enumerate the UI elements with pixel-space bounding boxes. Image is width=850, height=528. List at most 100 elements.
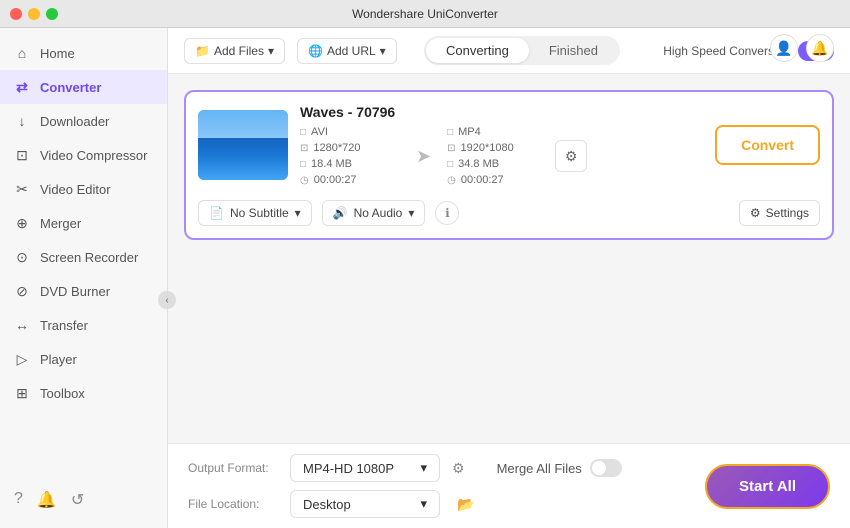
maximize-button[interactable] (46, 8, 58, 20)
thumbnail-waves (198, 138, 288, 180)
content-area: Waves - 70796 □ AVI ⊡ 1280*720 (168, 74, 850, 443)
start-all-button[interactable]: Start All (705, 464, 830, 509)
file-location-select[interactable]: Desktop ▾ (290, 490, 440, 518)
sidebar-item-toolbox[interactable]: ⊞ Toolbox (0, 376, 167, 410)
target-meta: □ MP4 ⊡ 1920*1080 □ 34.8 MB (447, 126, 547, 186)
tab-converting-label: Converting (446, 43, 509, 58)
help-icon[interactable]: ? (14, 490, 23, 510)
source-format-value: AVI (311, 126, 328, 138)
info-button[interactable]: ℹ (435, 201, 459, 225)
target-size-value: 34.8 MB (458, 158, 499, 170)
sidebar-label-home: Home (40, 46, 75, 61)
sidebar-item-player[interactable]: ▷ Player (0, 342, 167, 376)
file-card-top: Waves - 70796 □ AVI ⊡ 1280*720 (198, 104, 820, 186)
main-content: 📁 Add Files ▾ 🌐 Add URL ▾ Converting Fin… (168, 28, 850, 528)
tab-finished-label: Finished (549, 43, 598, 58)
user-profile-button[interactable]: 👤 (770, 34, 798, 62)
sidebar-item-home[interactable]: ⌂ Home (0, 36, 167, 70)
add-files-label: Add Files (214, 44, 264, 58)
sidebar-label-downloader: Downloader (40, 114, 109, 129)
audio-label: No Audio (354, 206, 403, 220)
convert-button[interactable]: Convert (715, 125, 820, 165)
settings-button[interactable]: ⚙ Settings (739, 200, 820, 226)
file-card: Waves - 70796 □ AVI ⊡ 1280*720 (184, 90, 834, 240)
file-name: Waves - 70796 (300, 104, 703, 120)
bottom-bar: Output Format: MP4-HD 1080P ▾ ⚙ Merge Al… (168, 443, 850, 528)
sidebar-label-merger: Merger (40, 216, 81, 231)
file-card-bottom: 📄 No Subtitle ▾ 🔊 No Audio ▾ ℹ ⚙ Setting… (198, 196, 820, 226)
close-button[interactable] (10, 8, 22, 20)
merge-row: Merge All Files (497, 459, 622, 477)
subtitle-icon: 📄 (209, 206, 224, 220)
dvd-burner-icon: ⊘ (14, 283, 30, 299)
format-settings-icon[interactable]: ⚙ (452, 460, 465, 477)
merge-toggle-knob (592, 461, 606, 475)
target-duration-icon: ◷ (447, 175, 456, 186)
topbar-left: 📁 Add Files ▾ 🌐 Add URL ▾ (184, 38, 397, 64)
duration-icon: ◷ (300, 175, 309, 186)
edit-output-button[interactable]: ⚙ (555, 140, 587, 172)
sidebar-item-transfer[interactable]: ↔ Transfer (0, 308, 167, 342)
topbar: 📁 Add Files ▾ 🌐 Add URL ▾ Converting Fin… (168, 28, 850, 74)
settings-icon: ⚙ (750, 206, 761, 220)
converter-icon: ⇄ (14, 79, 30, 95)
tab-bar: Converting Finished (424, 36, 620, 65)
audio-icon: 🔊 (333, 206, 348, 220)
output-format-label: Output Format: (188, 461, 278, 475)
add-files-chevron: ▾ (268, 44, 274, 58)
sidebar-label-converter: Converter (40, 80, 101, 95)
source-size-value: 18.4 MB (311, 158, 352, 170)
output-format-row: Output Format: MP4-HD 1080P ▾ ⚙ Merge Al… (188, 454, 622, 482)
sidebar-item-downloader[interactable]: ↓ Downloader (0, 104, 167, 138)
file-info: Waves - 70796 □ AVI ⊡ 1280*720 (300, 104, 703, 186)
output-format-select[interactable]: MP4-HD 1080P ▾ (290, 454, 440, 482)
target-format: □ MP4 (447, 126, 547, 138)
source-resolution-value: 1280*720 (313, 142, 360, 154)
merger-icon: ⊕ (14, 215, 30, 231)
minimize-button[interactable] (28, 8, 40, 20)
sidebar-collapse-button[interactable]: ‹ (158, 291, 176, 309)
sidebar: ⌂ Home ⇄ Converter ↓ Downloader ⊡ Video … (0, 28, 168, 528)
notification-icon[interactable]: 🔔 (37, 490, 57, 510)
window-controls[interactable] (10, 8, 58, 20)
tab-finished[interactable]: Finished (529, 38, 618, 63)
player-icon: ▷ (14, 351, 30, 367)
downloader-icon: ↓ (14, 113, 30, 129)
add-url-button[interactable]: 🌐 Add URL ▾ (297, 38, 397, 64)
merge-label: Merge All Files (497, 461, 582, 476)
sidebar-item-converter[interactable]: ⇄ Converter (0, 70, 167, 104)
source-duration-value: 00:00:27 (314, 174, 357, 186)
format-chevron: ▾ (420, 460, 427, 476)
screen-recorder-icon: ⊙ (14, 249, 30, 265)
target-resolution-value: 1920*1080 (460, 142, 513, 154)
notifications-button[interactable]: 🔔 (806, 34, 834, 62)
sidebar-item-merger[interactable]: ⊕ Merger (0, 206, 167, 240)
format-icon: □ (300, 127, 306, 138)
merge-toggle[interactable] (590, 459, 622, 477)
add-files-icon: 📁 (195, 44, 210, 58)
video-compressor-icon: ⊡ (14, 147, 30, 163)
home-icon: ⌂ (14, 45, 30, 61)
open-folder-button[interactable]: 📂 (452, 490, 480, 518)
add-files-button[interactable]: 📁 Add Files ▾ (184, 38, 285, 64)
subtitle-dropdown[interactable]: 📄 No Subtitle ▾ (198, 200, 312, 226)
target-size-icon: □ (447, 159, 453, 170)
app-title: Wondershare UniConverter (352, 7, 498, 21)
sidebar-item-screen-recorder[interactable]: ⊙ Screen Recorder (0, 240, 167, 274)
file-thumbnail (198, 110, 288, 180)
tab-converting[interactable]: Converting (426, 38, 529, 63)
target-duration-value: 00:00:27 (461, 174, 504, 186)
source-size: □ 18.4 MB (300, 158, 400, 170)
source-format: □ AVI (300, 126, 400, 138)
convert-arrow-icon: ➤ (408, 146, 439, 167)
file-location-value: Desktop (303, 497, 351, 512)
output-format-value: MP4-HD 1080P (303, 461, 394, 476)
sidebar-item-dvd-burner[interactable]: ⊘ DVD Burner ‹ (0, 274, 167, 308)
target-duration: ◷ 00:00:27 (447, 174, 547, 186)
size-icon: □ (300, 159, 306, 170)
sidebar-footer: ? 🔔 ↺ (0, 480, 167, 520)
sidebar-item-video-compressor[interactable]: ⊡ Video Compressor (0, 138, 167, 172)
feedback-icon[interactable]: ↺ (71, 490, 84, 510)
sidebar-item-video-editor[interactable]: ✂ Video Editor (0, 172, 167, 206)
audio-dropdown[interactable]: 🔊 No Audio ▾ (322, 200, 426, 226)
